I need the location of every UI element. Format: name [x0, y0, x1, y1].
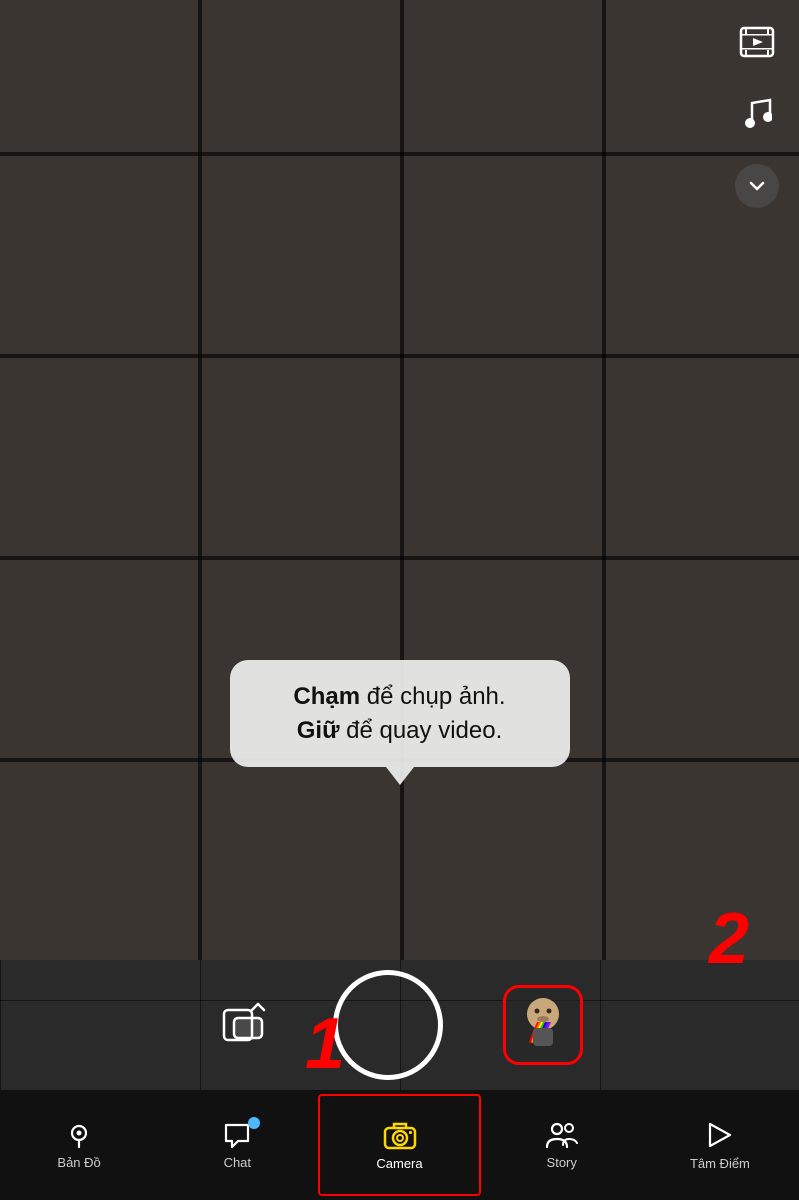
- map-icon: [65, 1121, 93, 1149]
- nav-item-map[interactable]: Bản Đồ: [0, 1090, 158, 1200]
- annotation-label-1: 1: [305, 1003, 345, 1085]
- right-toolbar: [735, 20, 779, 208]
- tooltip-hold-bold: Giữ: [297, 717, 340, 744]
- chevron-down-icon[interactable]: [735, 164, 779, 208]
- filmstrip-icon[interactable]: [735, 20, 779, 64]
- nav-item-story[interactable]: Story: [483, 1090, 641, 1200]
- nav-label-map: Bản Đồ: [57, 1155, 100, 1170]
- nav-item-score[interactable]: Tâm Điểm: [641, 1090, 799, 1200]
- flip-camera-button[interactable]: [217, 997, 273, 1053]
- story-icon: [545, 1121, 579, 1149]
- chat-notification-dot: [248, 1117, 260, 1129]
- story-avatar-button[interactable]: [503, 985, 583, 1065]
- bottom-navigation: Bản Đồ Chat Camera: [0, 1090, 799, 1200]
- chat-icon: [222, 1121, 252, 1149]
- music-icon[interactable]: [735, 92, 779, 136]
- nav-label-story: Story: [547, 1155, 577, 1170]
- tooltip-tap-bold: Chạm: [293, 683, 360, 710]
- camera-controls: [0, 970, 799, 1080]
- annotation-label-2: 2: [709, 898, 749, 980]
- score-icon: [706, 1120, 734, 1150]
- nav-label-score: Tâm Điểm: [690, 1156, 750, 1171]
- camera-icon: [383, 1120, 417, 1150]
- nav-item-chat[interactable]: Chat: [158, 1090, 316, 1200]
- tooltip-tap-rest: để chụp ảnh.: [360, 683, 505, 710]
- nav-label-chat: Chat: [224, 1155, 251, 1170]
- nav-item-camera[interactable]: Camera: [318, 1094, 480, 1196]
- tile-overlay: [0, 0, 799, 960]
- tooltip-hold-rest: để quay video.: [339, 717, 502, 744]
- shutter-button[interactable]: [333, 970, 443, 1080]
- camera-tooltip: Chạm để chụp ảnh. Giữ để quay video.: [230, 660, 570, 767]
- nav-label-camera: Camera: [376, 1156, 422, 1171]
